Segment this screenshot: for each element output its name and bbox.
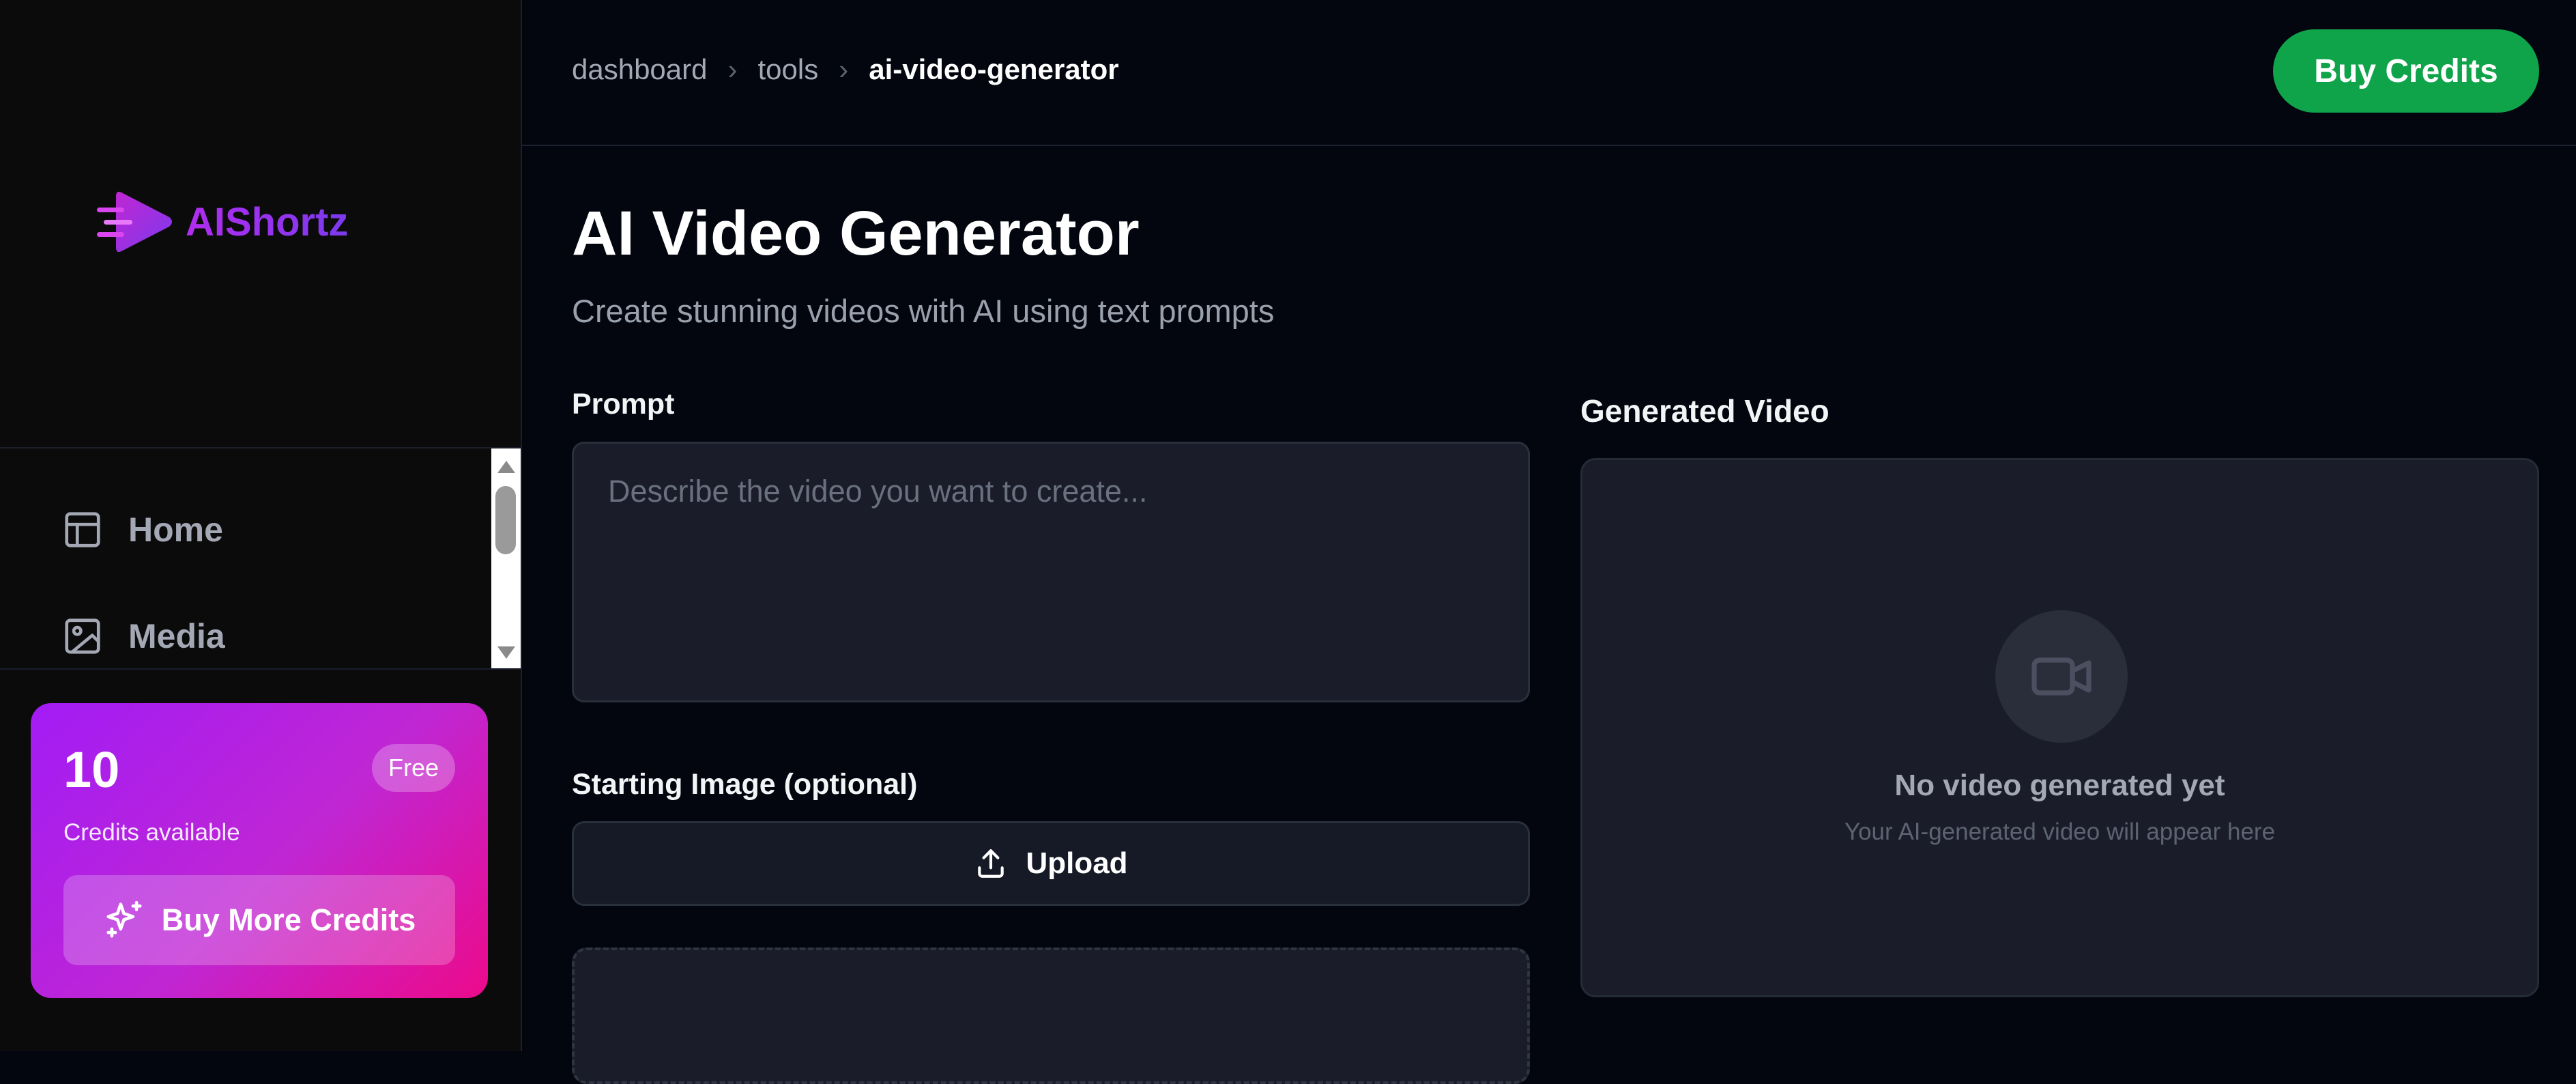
plan-badge: Free: [371, 744, 455, 792]
sidebar-divider: [0, 668, 521, 670]
prompt-input-wrapper: [572, 442, 1530, 702]
prompt-input[interactable]: [574, 444, 1528, 700]
scrollbar-thumb[interactable]: [495, 486, 516, 554]
empty-state-subtitle: Your AI-generated video will appear here: [1844, 818, 2276, 845]
sidebar-nav: Home Media: [0, 448, 491, 668]
credits-card: 10 Free Credits available Buy More Credi…: [31, 703, 488, 998]
image-dropzone[interactable]: [572, 947, 1530, 1084]
sidebar-scrollbar[interactable]: [491, 448, 521, 668]
scroll-down-arrow-icon[interactable]: [497, 646, 515, 659]
starting-image-label: Starting Image (optional): [572, 768, 918, 801]
layout-icon: [65, 512, 100, 547]
sidebar-item-media[interactable]: Media: [61, 615, 225, 657]
breadcrumb: dashboard › tools › ai-video-generator: [572, 53, 1119, 86]
top-header: dashboard › tools › ai-video-generator B…: [522, 0, 2576, 146]
sidebar-item-label: Home: [128, 511, 223, 549]
breadcrumb-separator-icon: ›: [727, 53, 738, 85]
breadcrumb-separator-icon: ›: [839, 53, 849, 85]
generated-video-label: Generated Video: [1580, 393, 1829, 429]
upload-icon: [978, 849, 1004, 878]
buy-more-credits-label: Buy More Credits: [161, 902, 416, 937]
empty-state-title: No video generated yet: [1894, 769, 2225, 802]
page-subtitle: Create stunning videos with AI using tex…: [572, 293, 1275, 329]
credits-count: 10: [63, 741, 120, 798]
sidebar-item-label: Media: [128, 617, 225, 655]
logo-play-icon: [97, 191, 172, 253]
video-placeholder: [1995, 610, 2128, 743]
prompt-label: Prompt: [572, 388, 675, 420]
brand-logo[interactable]: AIShortz: [96, 184, 348, 259]
scroll-up-arrow-icon[interactable]: [497, 461, 515, 473]
breadcrumb-dashboard[interactable]: dashboard: [572, 53, 708, 86]
image-icon: [65, 618, 100, 654]
page-title: AI Video Generator: [572, 199, 1140, 268]
credits-label: Credits available: [63, 819, 240, 846]
buy-credits-button[interactable]: Buy Credits: [2273, 29, 2539, 113]
sidebar-item-home[interactable]: Home: [61, 509, 223, 551]
upload-button[interactable]: Upload: [572, 821, 1530, 906]
breadcrumb-tools[interactable]: tools: [758, 53, 819, 86]
brand-name: AIShortz: [186, 199, 349, 244]
upload-label: Upload: [1026, 846, 1128, 880]
generated-video-panel: No video generated yet Your AI-generated…: [1580, 458, 2539, 997]
sidebar: AIShortz Home Media 10 Free Credits avai…: [0, 0, 522, 1051]
logo-area: AIShortz: [0, 0, 521, 448]
buy-more-credits-button[interactable]: Buy More Credits: [63, 875, 455, 965]
video-camera-icon: [2031, 657, 2092, 696]
breadcrumb-current: ai-video-generator: [869, 53, 1119, 85]
sparkles-icon: [106, 900, 142, 938]
